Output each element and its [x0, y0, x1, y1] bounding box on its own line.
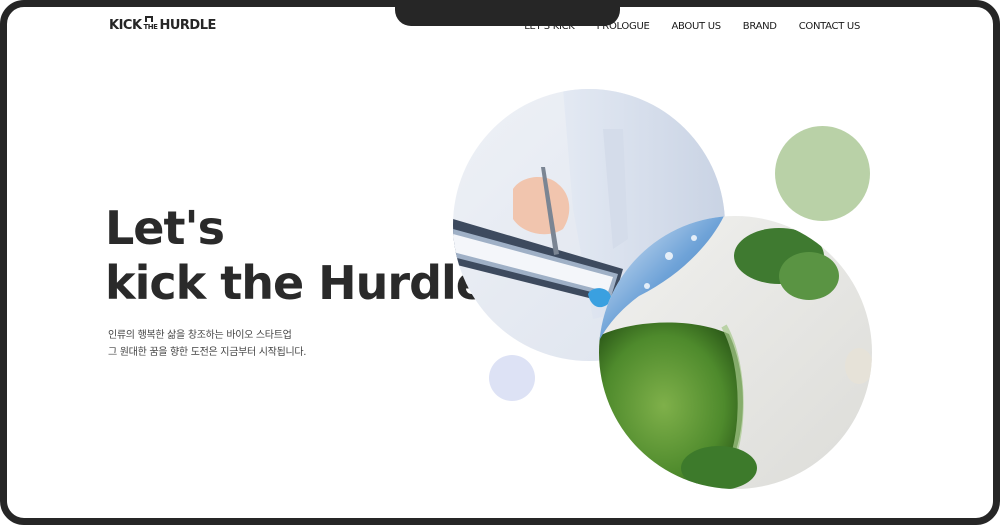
- device-frame: KICK THE HURDLE LET'S KICK PROLOGUE ABOU…: [0, 0, 1000, 525]
- hero-title: Let's kick the Hurdle.: [105, 201, 503, 311]
- logo-flag-icon: [144, 16, 153, 22]
- hero-subtitle: 인류의 행복한 삶을 창조하는 바이오 스타트업 그 원대한 꿈을 향한 도전은…: [108, 327, 306, 361]
- hero-subtitle-line2: 그 원대한 꿈을 향한 도전은 지금부터 시작됩니다.: [108, 347, 307, 358]
- logo-the: THE: [143, 16, 158, 31]
- device-notch: [395, 7, 620, 26]
- decor-blue-circle: [489, 355, 535, 401]
- logo-the-text: THE: [143, 23, 158, 31]
- brand-logo[interactable]: KICK THE HURDLE: [109, 16, 216, 33]
- hero-title-line2: kick the Hurdle.: [105, 256, 503, 310]
- nav-about-us[interactable]: ABOUT US: [672, 21, 722, 32]
- decor-green-circle: [775, 126, 870, 221]
- logo-hurdle: HURDLE: [159, 18, 216, 33]
- logo-kick: KICK: [109, 18, 142, 33]
- hero-title-line1: Let's: [105, 201, 225, 255]
- nav-brand[interactable]: BRAND: [743, 21, 777, 32]
- nav-contact-us[interactable]: CONTACT US: [799, 21, 861, 32]
- hero-subtitle-line1: 인류의 행복한 삶을 창조하는 바이오 스타트업: [108, 330, 292, 341]
- green-smoothie-image: [599, 216, 872, 489]
